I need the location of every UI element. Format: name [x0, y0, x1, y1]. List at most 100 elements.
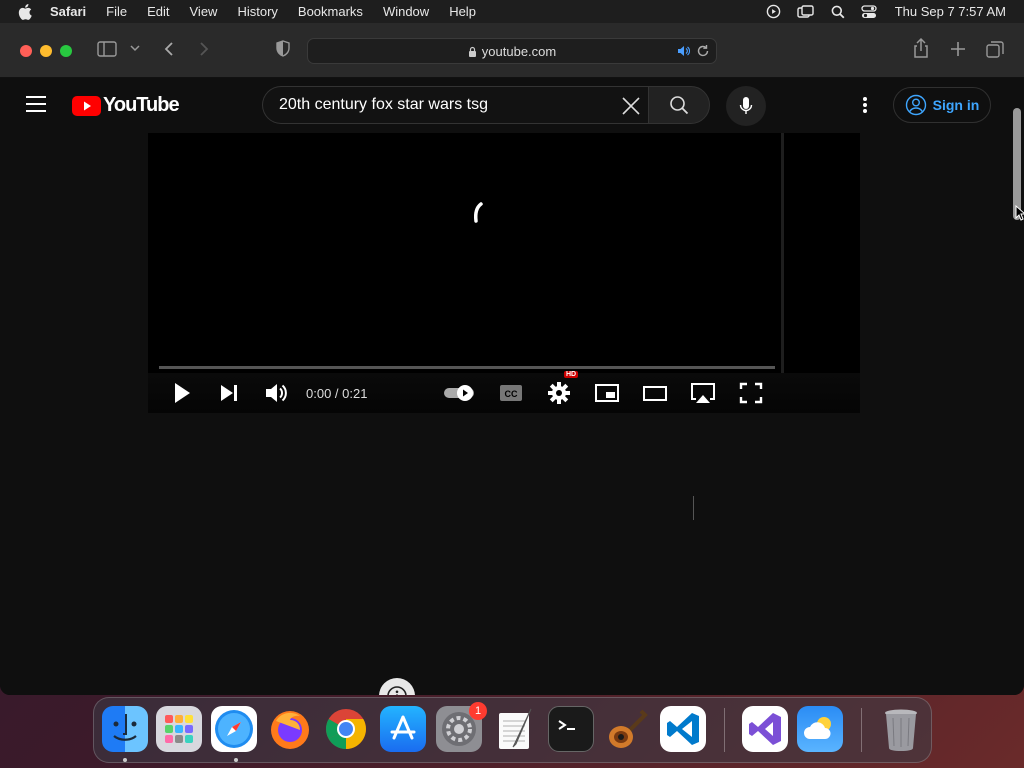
menu-history[interactable]: History	[237, 4, 277, 19]
dock-garageband-icon[interactable]	[604, 706, 650, 752]
loading-spinner-icon	[470, 201, 484, 230]
share-icon[interactable]	[912, 37, 930, 59]
system-settings-badge: 1	[469, 702, 487, 720]
dock-separator-2	[861, 708, 862, 752]
menu-bookmarks[interactable]: Bookmarks	[298, 4, 363, 19]
sign-in-button[interactable]: Sign in	[893, 87, 991, 123]
page-scrollbar[interactable]	[1010, 78, 1024, 695]
apple-menu-icon[interactable]	[18, 3, 36, 20]
speaker-icon[interactable]	[676, 44, 690, 61]
text-cursor	[693, 496, 694, 520]
dock-finder-icon[interactable]	[102, 706, 148, 752]
autoplay-toggle[interactable]	[442, 379, 478, 407]
miniplayer-button[interactable]	[594, 379, 620, 407]
forward-button[interactable]	[195, 39, 213, 59]
hamburger-menu-icon[interactable]	[26, 96, 46, 112]
skip-next-icon	[221, 385, 237, 401]
autoplay-toggle-icon	[444, 385, 474, 401]
video-player[interactable]: 0:00 / 0:21 CC HD	[148, 133, 860, 413]
youtube-wordmark: YouTube	[103, 94, 180, 116]
theater-mode-button[interactable]	[642, 379, 668, 407]
youtube-page: YouTube Sign in	[0, 78, 1010, 695]
finder-running-indicator	[123, 758, 127, 762]
menu-edit[interactable]: Edit	[147, 4, 169, 19]
search-input[interactable]	[279, 96, 599, 114]
microphone-icon	[739, 97, 753, 114]
mute-button[interactable]	[263, 379, 289, 407]
volume-icon	[266, 384, 287, 402]
tab-overview-icon[interactable]	[985, 39, 1005, 59]
chevron-down-icon[interactable]	[129, 43, 141, 53]
info-button[interactable]	[379, 678, 415, 695]
privacy-shield-icon[interactable]	[274, 39, 292, 59]
spotlight-search-icon[interactable]	[831, 5, 845, 19]
play-icon	[175, 383, 190, 403]
settings-button[interactable]	[546, 379, 572, 407]
closed-captions-icon: CC	[500, 385, 522, 401]
minimize-window-button[interactable]	[40, 45, 52, 57]
youtube-play-logo-icon	[72, 95, 101, 116]
menu-help[interactable]: Help	[449, 4, 476, 19]
theater-mode-icon	[643, 386, 667, 401]
next-button[interactable]	[217, 379, 241, 407]
scrollbar-thumb[interactable]	[1013, 108, 1021, 220]
play-button[interactable]	[170, 379, 194, 407]
account-circle-icon	[905, 94, 926, 116]
airplay-button[interactable]	[689, 379, 717, 407]
safari-window: youtube.com YouTube 20th century fox sta…	[0, 23, 1024, 695]
dock-firefox-icon[interactable]	[267, 706, 313, 752]
more-options-icon[interactable]	[855, 95, 875, 115]
miniplayer-icon	[595, 384, 619, 402]
dock-safari-icon[interactable]	[211, 706, 257, 752]
dock-app-store-icon[interactable]	[380, 706, 426, 752]
safari-running-indicator	[234, 758, 238, 762]
address-text: youtube.com	[481, 43, 557, 59]
dock-vscode-icon[interactable]	[660, 706, 706, 752]
mouse-pointer-icon	[1015, 204, 1024, 226]
zoom-window-button[interactable]	[60, 45, 72, 57]
subtitles-button[interactable]: CC	[498, 379, 524, 407]
svg-text:CC: CC	[505, 389, 518, 399]
lock-icon	[468, 46, 477, 57]
now-playing-icon[interactable]	[766, 4, 781, 19]
voice-search-button[interactable]	[726, 86, 766, 126]
dock-weather-icon[interactable]	[797, 706, 843, 752]
menu-safari[interactable]: Safari	[50, 4, 86, 19]
fullscreen-button[interactable]	[738, 379, 764, 407]
youtube-header: YouTube Sign in	[0, 78, 1010, 133]
airplay-icon	[691, 383, 715, 403]
dock-launchpad-icon[interactable]	[156, 706, 202, 752]
sign-in-label: Sign in	[932, 97, 980, 113]
control-center-icon[interactable]	[861, 4, 877, 19]
address-bar[interactable]: youtube.com	[307, 38, 717, 64]
menu-view[interactable]: View	[190, 4, 218, 19]
gear-icon	[548, 382, 570, 404]
menu-file[interactable]: File	[106, 4, 127, 19]
dock-separator	[724, 708, 725, 752]
info-icon	[387, 686, 407, 695]
fullscreen-icon	[739, 382, 763, 404]
dock-terminal-icon[interactable]	[548, 706, 594, 752]
new-tab-icon[interactable]	[949, 39, 967, 59]
dock-textedit-icon[interactable]	[492, 706, 538, 752]
dock: 1	[93, 697, 932, 763]
search-icon	[670, 96, 689, 115]
clear-search-icon[interactable]	[620, 95, 642, 122]
menubar-clock[interactable]: Thu Sep 7 7:57 AM	[895, 4, 1006, 19]
time-display: 0:00 / 0:21	[306, 386, 368, 401]
close-window-button[interactable]	[20, 45, 32, 57]
search-button[interactable]	[648, 86, 710, 124]
back-button[interactable]	[160, 39, 178, 59]
safari-toolbar: youtube.com	[0, 23, 1024, 78]
video-surface[interactable]	[148, 133, 784, 373]
screen-mirroring-icon[interactable]	[797, 4, 815, 19]
reload-icon[interactable]	[696, 44, 710, 61]
dock-trash-icon[interactable]	[878, 706, 924, 752]
menu-bar: Safari File Edit View History Bookmarks …	[0, 0, 1024, 23]
dock-visual-studio-icon[interactable]	[742, 706, 788, 752]
progress-bar[interactable]	[159, 366, 775, 369]
youtube-logo[interactable]: YouTube	[72, 94, 180, 117]
menu-window[interactable]: Window	[383, 4, 429, 19]
sidebar-toggle-icon[interactable]	[97, 39, 119, 59]
dock-chrome-icon[interactable]	[323, 706, 369, 752]
